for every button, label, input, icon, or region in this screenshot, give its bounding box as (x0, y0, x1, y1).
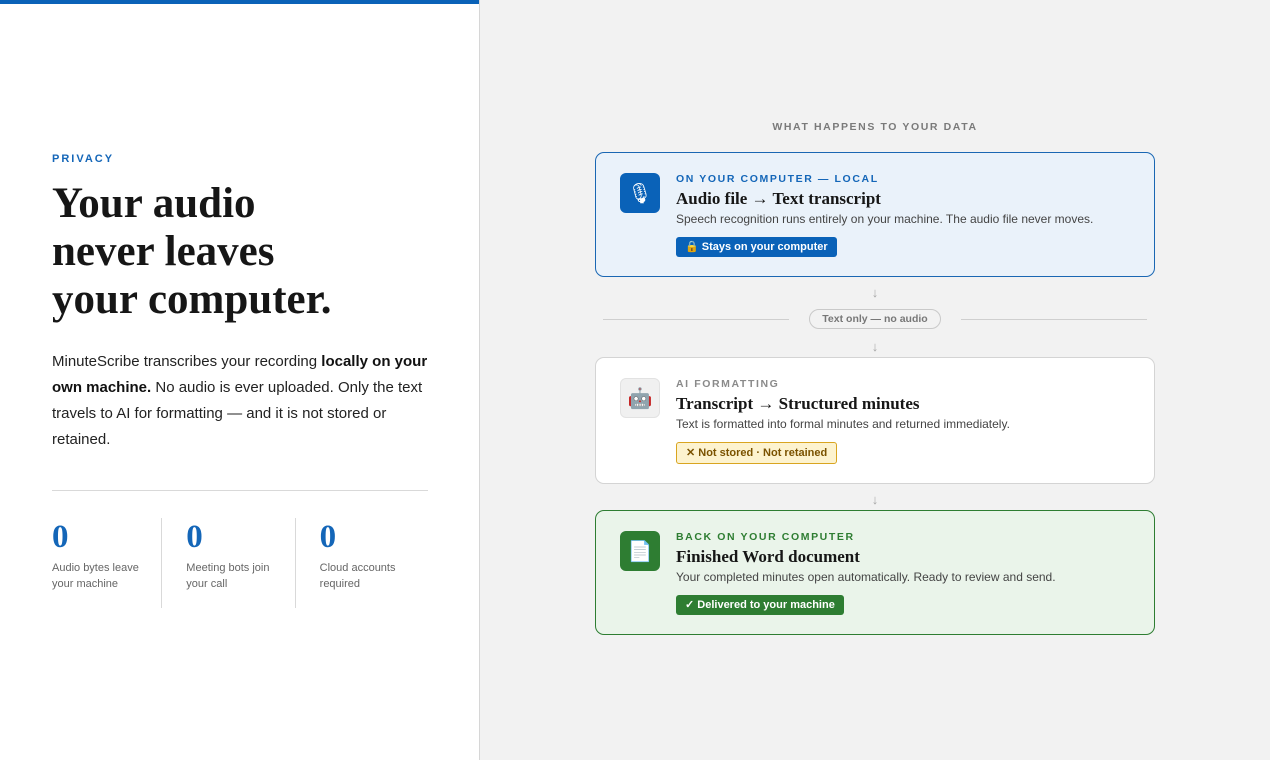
intro-paragraph: MinuteScribe transcribes your recording … (52, 349, 432, 453)
down-arrow-icon: ↓ (871, 492, 879, 507)
stat-label: Meeting bots join your call (186, 562, 270, 590)
card-eyebrow: AI FORMATTING (676, 378, 780, 390)
stat-value: 0 (319, 519, 337, 555)
stat-value: 0 (186, 519, 203, 555)
card-description: Your completed minutes open automaticall… (676, 570, 1056, 584)
card-description: Text is formatted into formal minutes an… (676, 417, 1010, 431)
stat-meeting-bots: 0 Meeting bots join your call (161, 518, 294, 608)
divider (52, 490, 428, 491)
down-arrow-icon: ↓ (871, 285, 879, 300)
intro-text: MinuteScribe transcribes your recording (52, 353, 322, 370)
document-icon: 📄 (620, 531, 660, 571)
section-eyebrow: PRIVACY (52, 153, 115, 165)
card-title: Transcript → Structured minutes (676, 394, 920, 413)
stats-row: 0 Audio bytes leave your machine 0 Meeti… (52, 518, 428, 608)
separator-line (603, 319, 789, 320)
stays-local-badge: 🔒 Stays on your computer (676, 237, 837, 257)
stat-value: 0 (52, 519, 69, 555)
text-only-pill: Text only — no audio (809, 309, 941, 329)
stat-label: Audio bytes leave your machine (52, 562, 139, 590)
stat-label: Cloud accounts required (319, 562, 396, 590)
stat-audio-bytes: 0 Audio bytes leave your machine (52, 518, 161, 608)
data-flow-title: WHAT HAPPENS TO YOUR DATA (772, 121, 978, 133)
robot-icon: 🤖 (620, 378, 660, 418)
card-eyebrow: ON YOUR COMPUTER — LOCAL (676, 173, 879, 185)
word-document-card: 📄 BACK ON YOUR COMPUTER Finished Word do… (595, 510, 1155, 635)
delivered-badge: ✓ Delivered to your machine (676, 595, 844, 615)
headline-line: never leaves (52, 228, 275, 275)
headline: Your audio never leaves your computer. (52, 180, 452, 324)
down-arrow-icon: ↓ (871, 339, 879, 354)
card-description: Speech recognition runs entirely on your… (676, 212, 1094, 226)
not-stored-badge: ✕ Not stored · Not retained (676, 442, 838, 464)
privacy-panel: PRIVACY Your audio never leaves your com… (0, 0, 480, 760)
accent-bar (0, 0, 479, 4)
headline-line: your computer. (52, 276, 332, 323)
microphone-icon: 🎙 (620, 173, 660, 213)
headline-line: Your audio (52, 180, 256, 227)
card-eyebrow: BACK ON YOUR COMPUTER (676, 531, 855, 543)
local-transcription-card: 🎙 ON YOUR COMPUTER — LOCAL Audio file → … (595, 152, 1155, 277)
data-flow-panel: WHAT HAPPENS TO YOUR DATA 🎙 ON YOUR COMP… (480, 0, 1270, 760)
card-title: Audio file → Text transcript (676, 189, 881, 208)
stat-cloud-accounts: 0 Cloud accounts required (294, 518, 428, 608)
card-title: Finished Word document (676, 547, 860, 566)
ai-formatting-card: 🤖 AI FORMATTING Transcript → Structured … (595, 357, 1155, 484)
separator-line (961, 319, 1147, 320)
